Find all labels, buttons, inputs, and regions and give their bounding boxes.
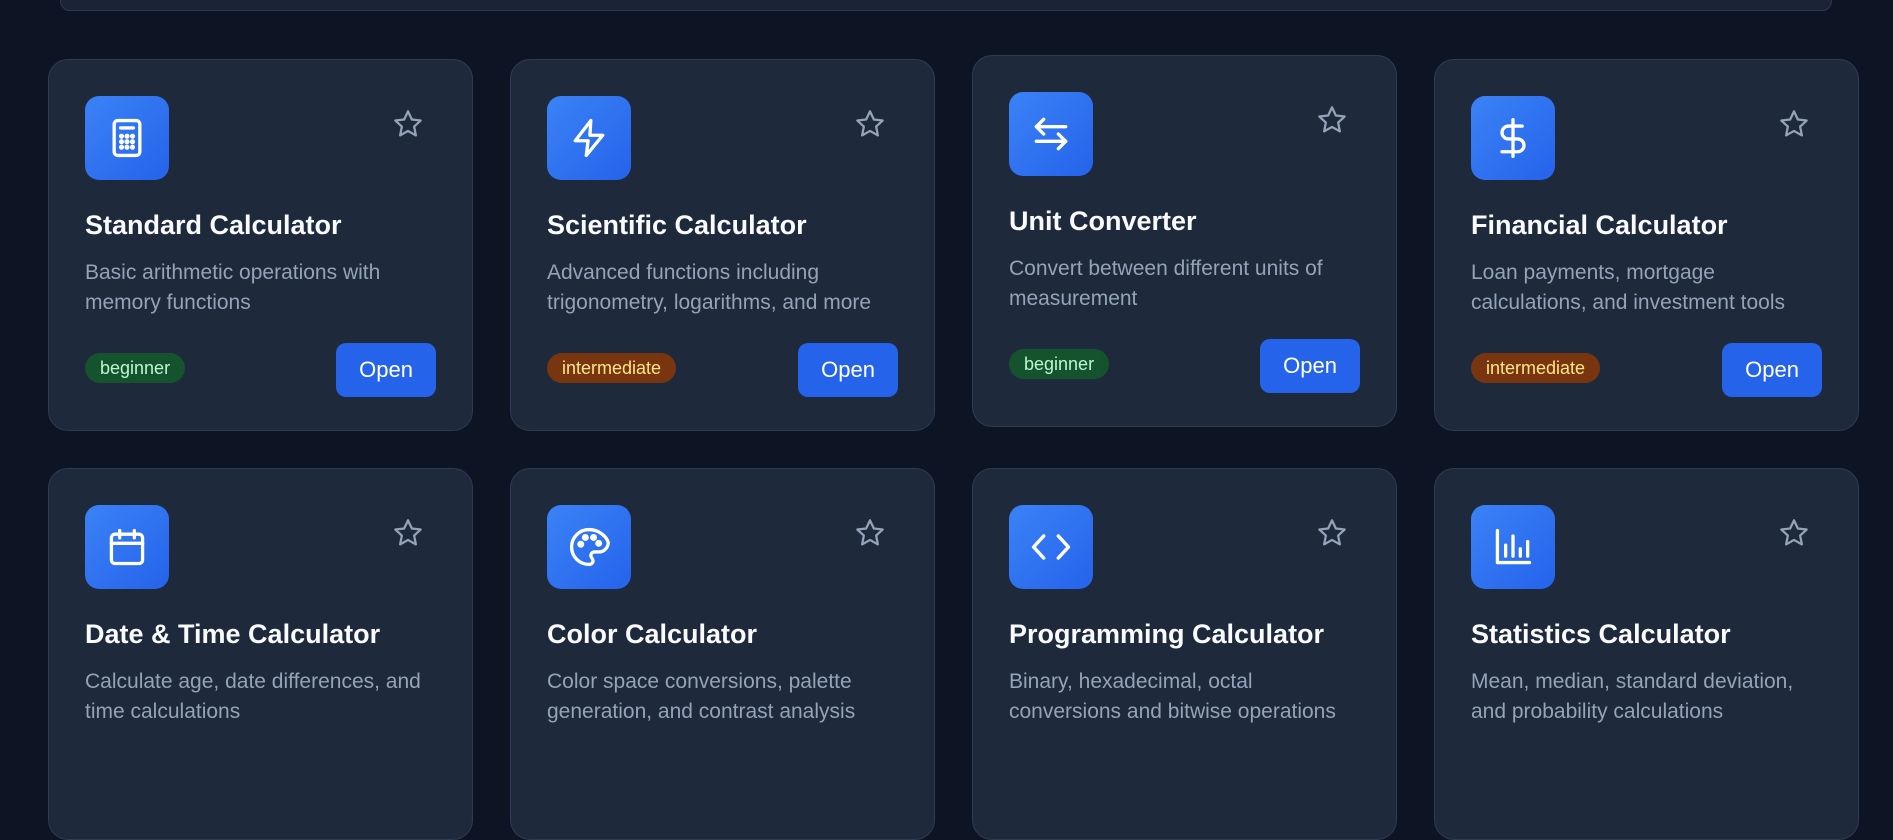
card-description: Calculate age, date differences, and tim… [85, 670, 421, 723]
card-description: Mean, median, standard deviation, and pr… [1471, 670, 1794, 723]
star-icon[interactable] [392, 517, 424, 549]
card-title: Standard Calculator [85, 210, 342, 240]
card-title: Scientific Calculator [547, 210, 807, 240]
level-badge: beginner [1009, 349, 1110, 379]
card-description: Color space conversions, palette generat… [547, 670, 856, 723]
star-icon[interactable] [854, 108, 886, 140]
calculator-card-standard[interactable]: Standard Calculator Basic arithmetic ope… [48, 59, 473, 431]
card-description: Basic arithmetic operations with memory … [85, 261, 381, 314]
card-title: Programming Calculator [1009, 619, 1325, 649]
star-icon[interactable] [1316, 104, 1348, 136]
star-icon[interactable] [392, 108, 424, 140]
calculator-card-financial[interactable]: Financial Calculator Loan payments, mort… [1434, 59, 1859, 431]
bar-chart-icon [1471, 505, 1555, 589]
level-badge: intermediate [1471, 353, 1601, 383]
calculator-card-unit-converter[interactable]: Unit Converter Convert between different… [972, 55, 1397, 427]
star-icon[interactable] [1778, 517, 1810, 549]
lightning-icon [547, 96, 631, 180]
card-title: Date & Time Calculator [85, 619, 381, 649]
card-description: Binary, hexadecimal, octal conversions a… [1009, 670, 1336, 723]
open-button[interactable]: Open [1722, 343, 1822, 397]
card-title: Financial Calculator [1471, 210, 1728, 240]
card-title: Statistics Calculator [1471, 619, 1731, 649]
card-description: Loan payments, mortgage calculations, an… [1471, 261, 1786, 314]
level-badge: beginner [85, 353, 186, 383]
star-icon[interactable] [1316, 517, 1348, 549]
star-icon[interactable] [1778, 108, 1810, 140]
dollar-icon [1471, 96, 1555, 180]
card-description: Advanced functions including trigonometr… [547, 261, 872, 314]
card-title: Color Calculator [547, 619, 758, 649]
calculator-card-color[interactable]: Color Calculator Color space conversions… [510, 468, 935, 840]
arrows-swap-icon [1009, 92, 1093, 176]
card-title: Unit Converter [1009, 206, 1197, 236]
calculator-grid: Standard Calculator Basic arithmetic ope… [48, 55, 1859, 840]
level-badge: intermediate [547, 353, 677, 383]
top-panel-edge [60, 0, 1832, 11]
open-button[interactable]: Open [336, 343, 436, 397]
star-icon[interactable] [854, 517, 886, 549]
card-description: Convert between different units of measu… [1009, 257, 1323, 310]
calculator-card-programming[interactable]: Programming Calculator Binary, hexadecim… [972, 468, 1397, 840]
calculator-card-scientific[interactable]: Scientific Calculator Advanced functions… [510, 59, 935, 431]
calculator-card-date-time[interactable]: Date & Time Calculator Calculate age, da… [48, 468, 473, 840]
calendar-icon [85, 505, 169, 589]
calculator-icon [85, 96, 169, 180]
code-icon [1009, 505, 1093, 589]
open-button[interactable]: Open [798, 343, 898, 397]
calculator-card-statistics[interactable]: Statistics Calculator Mean, median, stan… [1434, 468, 1859, 840]
open-button[interactable]: Open [1260, 339, 1360, 393]
palette-icon [547, 505, 631, 589]
